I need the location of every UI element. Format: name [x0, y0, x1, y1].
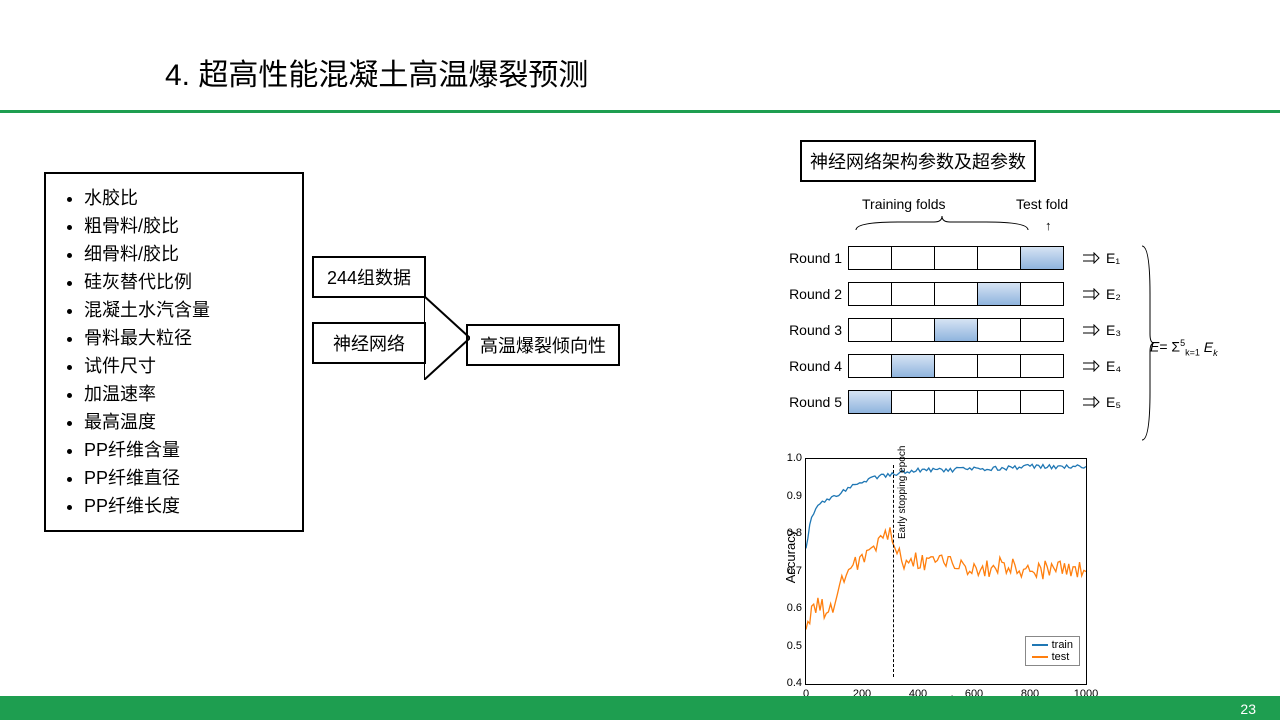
round-label: Round 5: [778, 394, 842, 410]
test-fold-cell: [977, 282, 1020, 306]
chart-legend: train test: [1025, 636, 1080, 666]
output-box: 高温爆裂倾向性: [466, 324, 620, 366]
data-count-box: 244组数据: [312, 256, 426, 298]
input-feature-item: 硅灰替代比例: [84, 268, 292, 296]
train-fold-cell: [1020, 282, 1064, 306]
input-feature-item: PP纤维含量: [84, 436, 292, 464]
train-fold-cell: [934, 390, 977, 414]
train-fold-cell: [977, 354, 1020, 378]
early-stop-label: Early stopping epoch: [897, 446, 908, 539]
train-fold-cell: [848, 318, 891, 342]
kfold-row: Round 2 E₂: [778, 278, 1121, 310]
train-fold-cell: [977, 246, 1020, 270]
error-output: E₄: [1082, 358, 1121, 374]
kfold-row: Round 1 E₁: [778, 242, 1121, 274]
train-fold-cell: [1020, 354, 1064, 378]
input-feature-item: 粗骨料/胶比: [84, 212, 292, 240]
kfold-diagram: Round 1E₁Round 2E₂Round 3E₃Round 4E₄Roun…: [778, 190, 1121, 422]
train-fold-cell: [891, 282, 934, 306]
input-feature-item: PP纤维直径: [84, 464, 292, 492]
train-fold-cell: [891, 318, 934, 342]
chart-ytick: 0.6: [778, 602, 802, 614]
title-rule: [0, 110, 1280, 113]
train-fold-cell: [1020, 390, 1064, 414]
train-fold-cell: [934, 246, 977, 270]
page-title: 4. 超高性能混凝土高温爆裂预测: [165, 50, 588, 94]
kfold-row: Round 4 E₄: [778, 350, 1121, 382]
sum-error-formula: E= Σ5k=1 Ek: [1150, 338, 1218, 357]
train-fold-cell: [977, 318, 1020, 342]
error-output: E₅: [1082, 394, 1121, 410]
input-feature-item: 骨料最大粒径: [84, 324, 292, 352]
nn-box: 神经网络: [312, 322, 426, 364]
train-fold-cell: [848, 354, 891, 378]
train-fold-cell: [1020, 318, 1064, 342]
chart-ytick: 0.8: [778, 527, 802, 539]
input-features-box: 水胶比粗骨料/胶比细骨料/胶比硅灰替代比例混凝土水汽含量骨料最大粒径试件尺寸加温…: [44, 172, 304, 532]
round-label: Round 1: [778, 250, 842, 266]
train-fold-cell: [891, 246, 934, 270]
train-fold-cell: [891, 390, 934, 414]
train-fold-cell: [934, 354, 977, 378]
page-number: 23: [1240, 701, 1256, 717]
chart-ytick: 0.9: [778, 490, 802, 502]
early-stop-line: [893, 465, 894, 677]
test-fold-cell: [934, 318, 977, 342]
train-fold-cell: [934, 282, 977, 306]
input-feature-item: 细骨料/胶比: [84, 240, 292, 268]
chart-ytick: 0.5: [778, 640, 802, 652]
kfold-row: Round 5 E₅: [778, 386, 1121, 418]
input-feature-item: 最高温度: [84, 408, 292, 436]
arrow-icon: [424, 296, 470, 380]
chart-ytick: 0.7: [778, 565, 802, 577]
footer-bar: [0, 696, 1280, 720]
input-feature-item: 加温速率: [84, 380, 292, 408]
test-fold-cell: [1020, 246, 1064, 270]
train-fold-cell: [977, 390, 1020, 414]
round-label: Round 4: [778, 358, 842, 374]
round-label: Round 2: [778, 286, 842, 302]
train-fold-cell: [848, 282, 891, 306]
error-output: E₃: [1082, 322, 1121, 338]
round-label: Round 3: [778, 322, 842, 338]
train-fold-cell: [848, 246, 891, 270]
accuracy-chart: Accuracy Epochs Early stopping epoch tra…: [805, 458, 1087, 685]
kfold-row: Round 3 E₃: [778, 314, 1121, 346]
input-feature-item: 水胶比: [84, 184, 292, 212]
error-output: E₁: [1082, 250, 1120, 266]
test-fold-cell: [848, 390, 891, 414]
input-feature-item: 混凝土水汽含量: [84, 296, 292, 324]
input-feature-item: PP纤维长度: [84, 492, 292, 520]
nn-arch-box: 神经网络架构参数及超参数: [800, 140, 1036, 182]
error-output: E₂: [1082, 286, 1121, 302]
input-feature-item: 试件尺寸: [84, 352, 292, 380]
chart-ytick: 1.0: [778, 452, 802, 464]
slide: 4. 超高性能混凝土高温爆裂预测 水胶比粗骨料/胶比细骨料/胶比硅灰替代比例混凝…: [0, 0, 1280, 720]
test-fold-cell: [891, 354, 934, 378]
chart-ytick: 0.4: [778, 677, 802, 689]
